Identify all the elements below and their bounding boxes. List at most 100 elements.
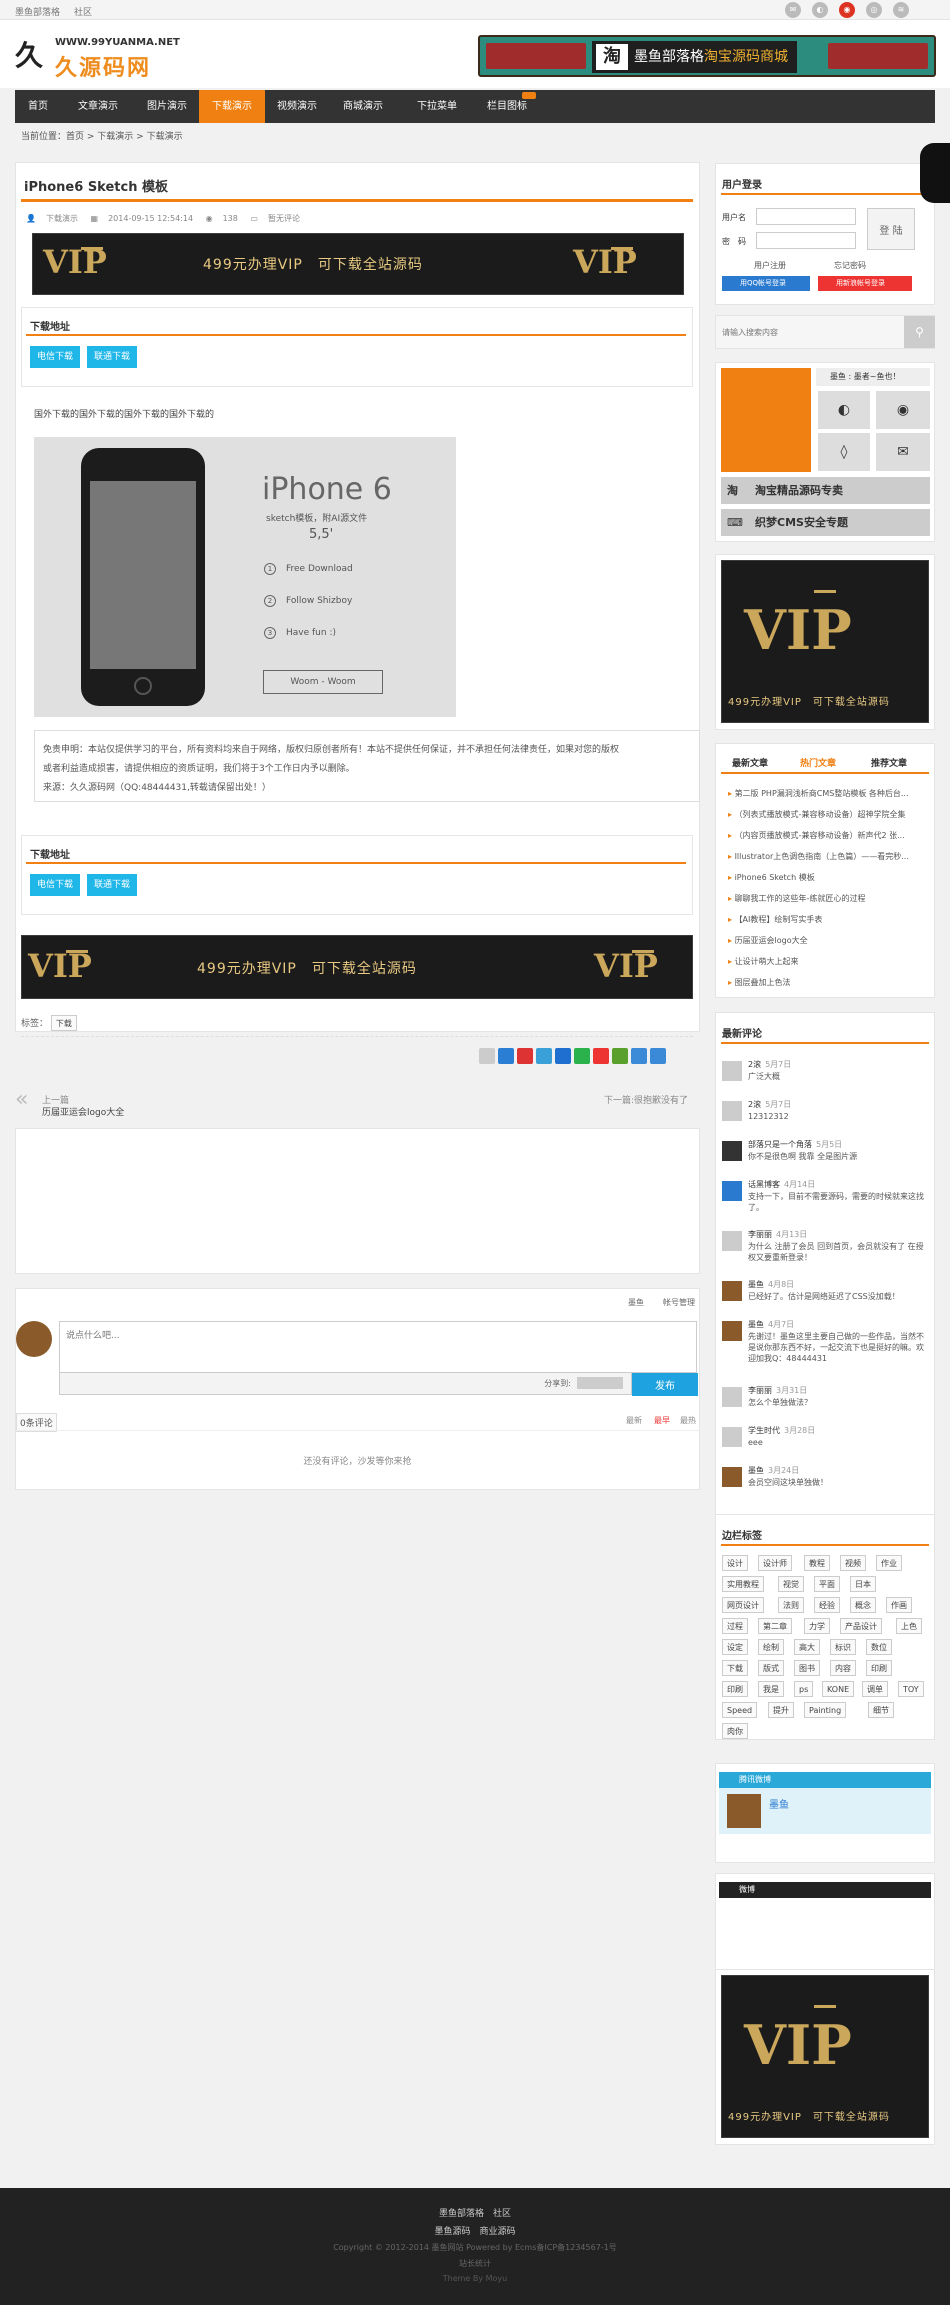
- sidebar-tag[interactable]: 印刷: [866, 1660, 892, 1676]
- tab-latest[interactable]: 最新文章: [732, 756, 768, 769]
- sidebar-tag[interactable]: 细节: [868, 1702, 894, 1718]
- sort-newest[interactable]: 最新: [626, 1415, 642, 1426]
- telecom-download-button[interactable]: 电信下载: [30, 346, 81, 368]
- logo-name[interactable]: 久源码网: [55, 50, 151, 82]
- tencent-weibo-icon[interactable]: ◎: [866, 2, 882, 18]
- sidebar-tag[interactable]: 版式: [758, 1660, 784, 1676]
- nav-item-shop-demo[interactable]: 商城演示: [329, 90, 397, 123]
- comment-item[interactable]: 2滚 5月7日 广泛大概: [722, 1059, 928, 1089]
- share-more-icon[interactable]: [479, 1048, 495, 1064]
- tab-recommended[interactable]: 推荐文章: [871, 756, 907, 769]
- telecom-download-button[interactable]: 电信下载: [30, 874, 81, 896]
- sidebar-tag[interactable]: 上色: [896, 1618, 922, 1634]
- nav-item-video-demo[interactable]: 视频演示: [265, 90, 329, 123]
- footer-link[interactable]: 社区: [493, 2209, 511, 2219]
- nav-item-article-demo[interactable]: 文章演示: [61, 90, 135, 123]
- sidebar-tag[interactable]: 作业: [876, 1555, 902, 1571]
- logo-mark[interactable]: 久: [15, 34, 43, 74]
- list-item[interactable]: 【AI教程】绘制写实手表: [728, 914, 928, 925]
- sidebar-tag[interactable]: ps: [794, 1681, 814, 1697]
- list-item[interactable]: 图层叠加上色法: [728, 977, 928, 988]
- sidebar-tag[interactable]: 图书: [794, 1660, 820, 1676]
- search-input[interactable]: [716, 316, 904, 348]
- comment-item[interactable]: 李丽丽 3月31日 怎么个单独做法？: [722, 1385, 928, 1415]
- share-kaixin-icon[interactable]: [612, 1048, 628, 1064]
- sidebar-tag[interactable]: Speed: [722, 1702, 758, 1718]
- sidebar-tag[interactable]: 第二章: [758, 1618, 792, 1634]
- footer-link[interactable]: 商业源码: [480, 2227, 516, 2237]
- sidebar-tag[interactable]: 视频: [840, 1555, 866, 1571]
- sidebar-tag[interactable]: 法则: [778, 1597, 804, 1613]
- register-link[interactable]: 用户注册: [754, 260, 786, 271]
- search-icon[interactable]: ⚲: [904, 316, 935, 348]
- taobao-shop-link[interactable]: 淘 淘宝精品源码专卖: [721, 477, 930, 504]
- meta-comments[interactable]: 暂无评论: [268, 214, 300, 223]
- publish-button[interactable]: 发布: [632, 1373, 698, 1396]
- weibo-icon[interactable]: ◉: [839, 2, 855, 18]
- sidebar-tag[interactable]: 下载: [722, 1660, 748, 1676]
- sort-hottest[interactable]: 最热: [680, 1415, 696, 1426]
- list-item[interactable]: Illustrator上色调色指南（上色篇）——看完秒...: [728, 851, 928, 862]
- comment-item[interactable]: 墨鱼 4月7日 先谢过！墨鱼这里主要自己做的一些作品，当然不是说你那东西不好，一起交…: [722, 1319, 928, 1363]
- sidebar-tag[interactable]: 网页设计: [722, 1597, 764, 1613]
- sidebar-tag[interactable]: 数位: [866, 1639, 892, 1655]
- vip-ad-banner[interactable]: VIP 499元办理VIP 可下载全站源码: [721, 1975, 929, 2138]
- comment-item[interactable]: 李丽丽 4月13日 为什么 注册了会员 回到首页，会员就没有了 在授权又要重新登录！: [722, 1229, 928, 1262]
- share-add-icon[interactable]: [650, 1048, 666, 1064]
- sidebar-tag[interactable]: 肉你: [722, 1723, 748, 1739]
- sidebar-tag[interactable]: 设定: [722, 1639, 748, 1655]
- sidebar-tag[interactable]: Painting: [804, 1702, 847, 1718]
- top-link-blog[interactable]: 墨鱼部落格: [15, 8, 60, 18]
- sidebar-tag[interactable]: 过程: [722, 1618, 748, 1634]
- header-ad-banner[interactable]: 淘墨鱼部落格淘宝源码商城: [478, 35, 936, 77]
- list-item[interactable]: （列表式播放模式-兼容移动设备）超神学院全集: [728, 809, 928, 820]
- nav-item-download-demo[interactable]: 下载演示: [199, 90, 265, 123]
- sidebar-tag[interactable]: 设计师: [758, 1555, 792, 1571]
- sidebar-tag[interactable]: 设计: [722, 1555, 748, 1571]
- sidebar-tag[interactable]: 内容: [830, 1660, 856, 1676]
- money-bag-icon[interactable]: ◊: [818, 433, 870, 471]
- list-item[interactable]: iPhone6 Sketch 模板: [728, 872, 928, 883]
- sidebar-tag[interactable]: 日本: [850, 1576, 876, 1592]
- sidebar-tag[interactable]: 教程: [804, 1555, 830, 1571]
- breadcrumb-home[interactable]: 首页: [66, 132, 84, 142]
- sidebar-tag[interactable]: 提升: [768, 1702, 794, 1718]
- sidebar-tag[interactable]: 力学: [804, 1618, 830, 1634]
- qq-icon[interactable]: ◐: [812, 2, 828, 18]
- weixin-icon[interactable]: ✉: [785, 2, 801, 18]
- sidebar-tag[interactable]: 经验: [814, 1597, 840, 1613]
- sidebar-tag[interactable]: KONE: [822, 1681, 855, 1697]
- mail-icon[interactable]: ✉: [876, 433, 930, 471]
- meta-category[interactable]: 下载演示: [46, 214, 78, 223]
- sidebar-tag[interactable]: TOY: [898, 1681, 924, 1697]
- list-item[interactable]: 第二版 PHP漏洞浅析商CMS整站模板 各种后台...: [728, 788, 928, 799]
- prev-post-link[interactable]: 历届亚运会logo大全: [42, 1105, 124, 1118]
- sidebar-tag[interactable]: 绘制: [758, 1639, 784, 1655]
- sidebar-tag[interactable]: 概念: [850, 1597, 876, 1613]
- qq-icon[interactable]: ◐: [818, 391, 870, 429]
- unicom-download-button[interactable]: 联通下载: [87, 874, 138, 896]
- password-input[interactable]: [756, 232, 856, 249]
- nav-item-dropdown[interactable]: 下拉菜单: [397, 90, 477, 123]
- footer-link[interactable]: 墨鱼源码: [434, 2227, 470, 2237]
- share-tqq-icon[interactable]: [536, 1048, 552, 1064]
- vip-banner-bottom[interactable]: VIP 499元办理VIP 可下载全站源码 VIP: [21, 935, 693, 999]
- comment-item[interactable]: 墨鱼 3月24日 会员空间这块单独做！: [722, 1465, 928, 1495]
- forgot-password-link[interactable]: 忘记密码: [834, 260, 866, 271]
- share-wechat-icon[interactable]: [574, 1048, 590, 1064]
- article-tag[interactable]: 下载: [50, 1015, 77, 1031]
- sidebar-tag[interactable]: 印刷: [722, 1681, 748, 1697]
- share-renren-icon[interactable]: [555, 1048, 571, 1064]
- comment-item[interactable]: 2滚 5月7日 12312312: [722, 1099, 928, 1129]
- sidebar-tag[interactable]: 产品设计: [840, 1618, 882, 1634]
- share-douban-icon[interactable]: [593, 1048, 609, 1064]
- breadcrumb-category[interactable]: 下载演示: [97, 132, 133, 142]
- sidebar-tag[interactable]: 高大: [794, 1639, 820, 1655]
- list-item[interactable]: 历届亚运会logo大全: [728, 935, 928, 946]
- list-item[interactable]: 聊聊我工作的这些年-练就匠心的过程: [728, 893, 928, 904]
- tab-hot[interactable]: 热门文章: [800, 756, 836, 769]
- weibo-login-button[interactable]: 用新浪帐号登录: [818, 276, 912, 291]
- login-button[interactable]: 登 陆: [867, 208, 915, 250]
- breadcrumb-current[interactable]: 下载演示: [147, 132, 183, 142]
- sidebar-tag[interactable]: 平面: [814, 1576, 840, 1592]
